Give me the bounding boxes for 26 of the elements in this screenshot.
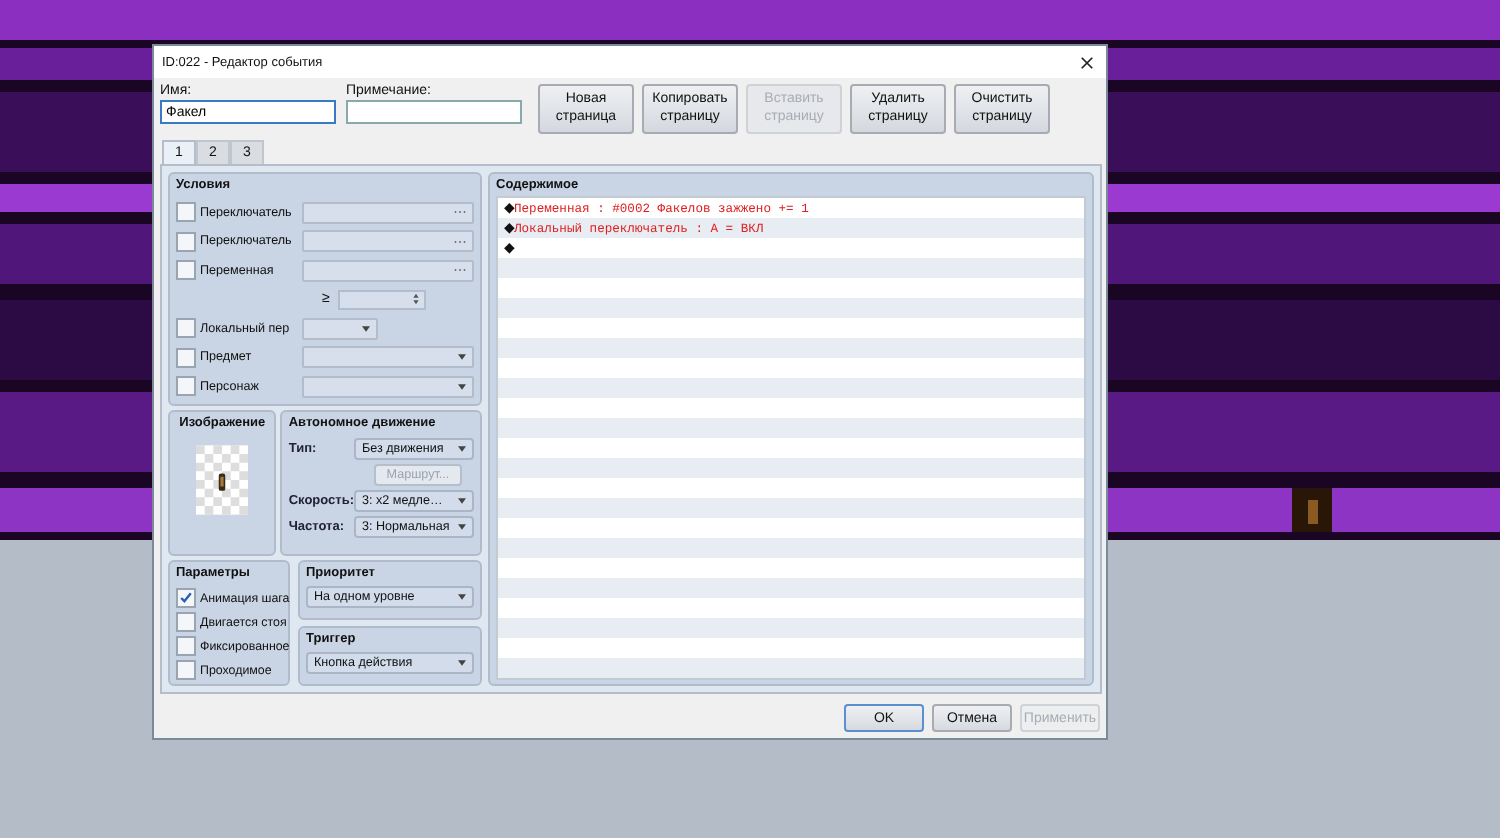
checkbox[interactable] (176, 202, 196, 223)
dropdown-field[interactable] (302, 317, 378, 340)
close-icon[interactable] (1080, 55, 1094, 69)
note-field[interactable] (346, 100, 522, 124)
checkbox[interactable] (176, 231, 196, 252)
dropdown-field[interactable] (302, 375, 474, 398)
caret-icon (362, 325, 370, 332)
caret-icon (458, 445, 466, 451)
checkbox[interactable] (176, 588, 196, 608)
checkbox[interactable] (176, 636, 196, 656)
dropdown-field[interactable] (302, 346, 474, 369)
picker-field[interactable] (302, 201, 474, 224)
picker-field[interactable] (302, 259, 474, 282)
picker-field[interactable] (302, 230, 474, 253)
checkbox[interactable] (176, 318, 196, 339)
caret-icon (458, 660, 466, 666)
caret-icon (458, 354, 466, 361)
checkbox[interactable] (176, 376, 196, 397)
checkbox[interactable] (176, 347, 196, 368)
checkbox[interactable] (176, 260, 196, 281)
caret-icon (458, 594, 466, 600)
caret-icon (458, 523, 466, 529)
number-spinner[interactable] (338, 289, 426, 310)
caret-icon (458, 497, 466, 503)
checkbox[interactable] (176, 660, 196, 680)
checkbox[interactable] (176, 612, 196, 632)
